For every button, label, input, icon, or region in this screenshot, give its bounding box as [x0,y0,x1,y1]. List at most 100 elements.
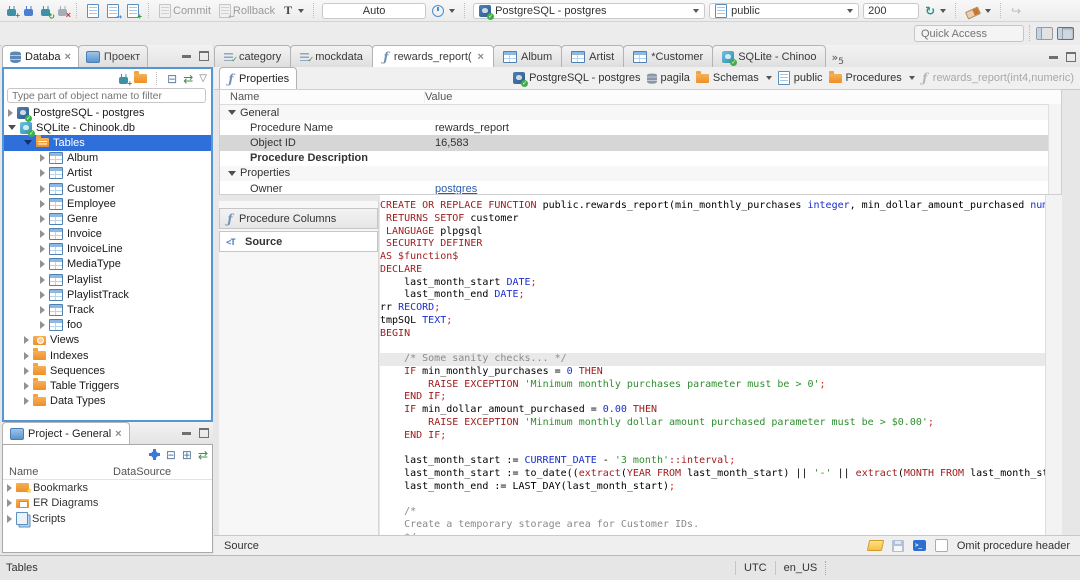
tree-item-customer[interactable]: Customer [4,181,211,196]
section-tab-procedure-columns[interactable]: Procedure Columns [219,208,378,229]
tree-item-postgresql-postgres[interactable]: PostgreSQL - postgres [4,105,211,122]
connect-button[interactable] [22,5,35,17]
property-row-owner[interactable]: Owner postgres [220,181,1061,194]
expand-arrow-icon[interactable] [40,169,45,178]
chevron-down-icon[interactable] [765,76,772,80]
tree-item-genre[interactable]: Genre [4,211,211,226]
expand-arrow-icon[interactable] [24,366,29,375]
new-sql-script-button[interactable] [125,3,142,21]
minimize-icon[interactable] [182,431,191,435]
status-timezone[interactable]: UTC [744,562,767,574]
property-row-procedure-description[interactable]: Procedure Description [220,151,1061,166]
expand-arrow-icon[interactable] [40,275,45,284]
tree-item-mediatype[interactable]: MediaType [4,257,211,272]
new-connection-button[interactable] [5,5,20,20]
navigator-filter-input[interactable] [7,88,206,103]
open-console-icon[interactable] [912,540,926,551]
rollback-button[interactable]: Rollback [217,3,277,21]
tree-item-employee[interactable]: Employee [4,196,211,211]
expand-arrow-icon[interactable] [40,321,45,330]
tree-item-invoiceline[interactable]: InvoiceLine [4,242,211,257]
editor-tab-mockdata[interactable]: mockdata [290,45,373,67]
new-sql-editor-button[interactable] [85,3,101,19]
expand-arrow-icon[interactable] [40,230,45,239]
expand-arrow-icon[interactable] [40,290,45,299]
link-with-editor-icon[interactable]: ⇄ [198,449,208,461]
list-item-bookmarks[interactable]: Bookmarks [3,480,212,496]
list-item-er-diagrams[interactable]: ER Diagrams [3,496,212,512]
column-header-datasource[interactable]: DataSource [113,466,171,478]
source-code-editor[interactable]: CREATE OR REPLACE FUNCTION public.reward… [380,195,1046,535]
property-row-procedure-name[interactable]: Procedure Name rewards_report [220,120,1061,135]
maximize-icon[interactable] [199,428,209,438]
tree-item-views[interactable]: Views [4,333,211,348]
disconnect-button[interactable] [56,5,71,20]
minimize-icon[interactable] [1049,55,1058,59]
column-header-name[interactable]: Name [220,91,425,103]
expand-arrow-icon[interactable] [24,381,29,390]
save-to-file-icon[interactable] [891,539,904,552]
tab-projects[interactable]: Проект [77,45,149,67]
tab-overflow-button[interactable]: »5 [831,51,843,67]
column-header-value[interactable]: Value [425,91,452,103]
collapse-arrow-icon[interactable] [228,170,236,176]
minimize-icon[interactable] [182,54,191,58]
expand-arrow-icon[interactable] [7,483,12,492]
column-header-name[interactable]: Name [3,466,113,478]
collapse-arrow-icon[interactable] [8,125,16,131]
open-perspective-icon[interactable] [1036,26,1053,40]
tree-item-indexes[interactable]: Indexes [4,348,211,363]
close-icon[interactable]: × [115,428,121,439]
new-folder-icon[interactable] [134,71,148,83]
dbeaver-perspective-icon[interactable] [1057,26,1074,40]
tree-item-sqlite-chinook-db[interactable]: SQLite - Chinook.db [4,120,211,137]
tree-item-playlisttrack[interactable]: PlaylistTrack [4,287,211,302]
property-row-object-id[interactable]: Object ID 16,583 [220,135,1061,151]
refresh-button[interactable] [923,3,948,19]
collapse-all-icon[interactable]: ⊟ [167,73,177,85]
new-connection-icon[interactable] [119,73,132,88]
maximize-icon[interactable] [1066,52,1076,62]
query-history-button[interactable] [430,4,457,18]
editor-tab-album[interactable]: Album [492,45,563,67]
tree-item-sequences[interactable]: Sequences [4,363,211,378]
tree-item-artist[interactable]: Artist [4,166,211,181]
expand-all-icon[interactable]: ⊞ [182,449,192,461]
tree-item-invoice[interactable]: Invoice [4,227,211,242]
editor-tab-rewards-report[interactable]: rewards_report(× [371,45,494,67]
quick-access-input[interactable] [914,25,1024,42]
tree-item-album[interactable]: Album [4,151,211,166]
chevron-down-icon[interactable] [908,76,915,80]
property-row-general[interactable]: General [220,105,1061,121]
maximize-icon[interactable] [199,51,209,61]
expand-arrow-icon[interactable] [7,514,12,523]
expand-arrow-icon[interactable] [8,108,13,117]
expand-arrow-icon[interactable] [40,260,45,269]
connection-select[interactable]: PostgreSQL - postgres [473,2,706,20]
breadcrumb-item-procedures[interactable]: Procedures [828,70,915,84]
tree-item-table-triggers[interactable]: Table Triggers [4,378,211,393]
editor-tab-customer[interactable]: *Customer [623,45,714,67]
expand-arrow-icon[interactable] [7,499,12,508]
breadcrumb-item-postgresql-postgres[interactable]: PostgreSQL - postgres [513,72,641,87]
expand-arrow-icon[interactable] [40,154,45,163]
status-locale[interactable]: en_US [784,562,818,574]
expand-arrow-icon[interactable] [40,214,45,223]
section-tab-source[interactable]: Source [219,231,378,252]
expand-arrow-icon[interactable] [40,199,45,208]
expand-arrow-icon[interactable] [40,306,45,315]
fetch-size-input[interactable] [863,2,920,19]
close-icon[interactable]: × [478,51,484,63]
tab-database-navigator[interactable]: Databa × [2,45,79,67]
tab-properties[interactable]: Properties [219,67,298,89]
link-with-editor-icon[interactable]: ⇄ [183,73,193,85]
expand-arrow-icon[interactable] [24,336,29,345]
collapse-all-icon[interactable]: ⊟ [166,449,176,461]
breadcrumb-item-schemas[interactable]: Schemas [695,70,772,84]
clear-button[interactable] [964,4,993,20]
commit-mode-select[interactable]: Auto [322,2,427,19]
breadcrumb-item-public[interactable]: public [777,71,823,85]
view-menu-icon[interactable]: ▽ [199,73,207,85]
grid-scrollbar[interactable] [1048,104,1061,194]
tab-project-general[interactable]: Project - General × [2,422,130,444]
